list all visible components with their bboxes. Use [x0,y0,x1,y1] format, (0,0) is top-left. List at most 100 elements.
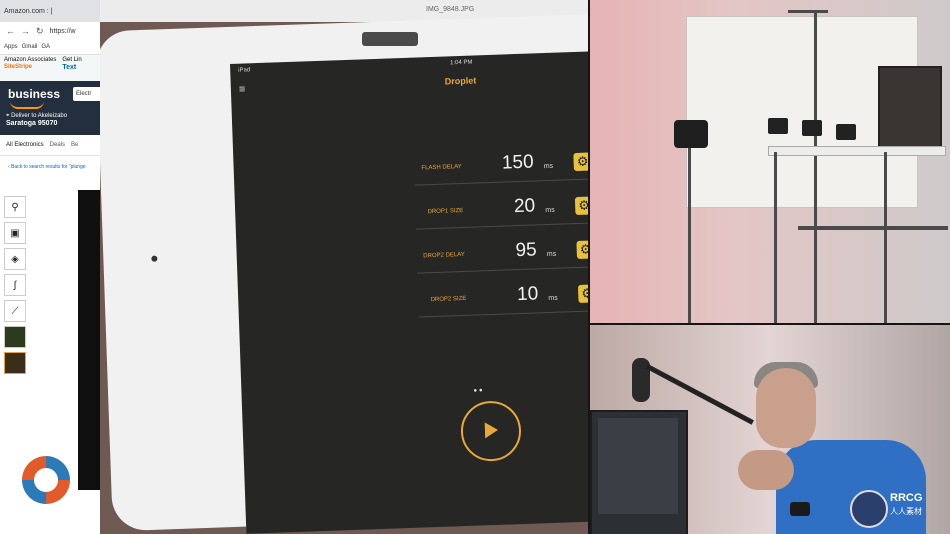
amazon-business-header: business Electr ⌖ Deliver to Akeleizabo … [0,81,100,135]
url-field[interactable]: https://w [50,28,76,35]
rig-bar [798,226,948,230]
amazon-business-logo[interactable]: business [8,87,60,101]
hamburger-menu-icon[interactable]: ≡ [239,83,246,95]
image-filename: IMG_9848.JPG [426,6,475,13]
presenter-hands [738,450,794,490]
presenter-camera-view: RRCG 人人素材 [588,324,950,534]
setting-value[interactable]: 95 [476,239,537,263]
shooting-table [768,146,946,156]
product-thumbnails: ⚲ ▣ ◈ ∫ ⟋ [4,196,26,378]
bookmarks-bar: Apps Gmail GA [0,40,100,55]
browser-window: Amazon.com : | ← → ↻ https://w Apps Gmai… [0,0,100,534]
gear-icon[interactable]: ⚙ [574,196,588,216]
sitestripe-bar: Amazon Associates SiteStripe Get Lin Tex… [0,55,100,81]
tripod-leg [774,152,777,324]
setting-unit: ms [543,162,554,171]
back-arrow-icon[interactable]: ← [6,26,15,36]
watermark-logo-icon [850,490,888,528]
amazon-smile-icon [10,101,44,109]
product-thumbnail[interactable]: ⟋ [4,300,26,322]
get-link-text[interactable]: Text [62,64,76,71]
nav-bar: ← → ↻ https://w [0,22,100,40]
deliver-to-city: Saratoga 95070 [6,120,58,127]
setting-row-flash-delay: FLASH DELAY 150 ms ⚙ [233,140,588,196]
associates-label: Amazon Associates [4,57,57,63]
light-stand [688,148,691,324]
sitestripe-brand: Amazon Associates SiteStripe [4,57,56,79]
setting-unit: ms [548,294,558,303]
row-divider [418,309,588,318]
bookmark-ga[interactable]: GA [41,44,50,50]
presenter-shirt [776,440,926,534]
cable-icon: ∫ [13,279,17,291]
softbox-light [878,66,942,150]
setting-unit: ms [545,206,555,215]
device-icon: ▣ [10,227,20,239]
product-thumbnail-selected[interactable] [4,352,26,374]
setting-value[interactable]: 150 [473,151,534,175]
get-link-control[interactable]: Get Lin Text [62,57,81,79]
panel-divider [588,0,590,534]
category-nav: All Electronics Deals Be [0,135,100,156]
category-deals[interactable]: Deals [50,142,65,148]
reload-icon[interactable]: ↻ [36,26,44,37]
setting-value[interactable]: 10 [478,283,539,307]
sitestripe-label: SiteStripe [4,64,33,70]
device-icon: ◈ [11,253,19,265]
wristwatch [790,502,810,516]
bookmark-apps[interactable]: Apps [4,44,18,50]
aperture-logo-icon [22,456,70,504]
watermark-subtitle: 人人素材 [890,507,922,516]
ipad-camera-icon [151,255,158,262]
setting-label: DROP1 SIZE [427,207,464,216]
back-to-results-link[interactable]: ‹ Back to search results for "plunge [0,156,100,176]
setting-label: DROP2 DELAY [423,251,465,260]
row-divider [415,221,588,230]
play-icon [484,421,499,439]
ipad-photo-view: IMG_9848.JPG iPad 1:04 PM ≡ Droplet FLAS… [100,0,588,534]
droplet-app-screen: iPad 1:04 PM ≡ Droplet FLASH DELAY 150 m… [230,47,588,534]
product-thumbnail[interactable]: ∫ [4,274,26,296]
product-thumbnail[interactable] [4,326,26,348]
mount-clip [362,32,418,46]
gear-icon[interactable]: ⚙ [573,152,588,172]
c-stand-arm [788,10,828,13]
gear-icon[interactable]: ⚙ [576,240,588,260]
setting-value[interactable]: 20 [475,195,536,219]
product-thumbnail[interactable]: ⚲ [4,196,26,218]
tripod-leg [884,152,887,324]
setting-unit: ms [546,250,557,259]
row-divider [414,177,588,186]
gear-icon[interactable]: ⚙ [577,284,588,303]
tab-bar: Amazon.com : | [0,0,100,22]
device-name: iPad [238,67,251,74]
bookmark-gmail[interactable]: Gmail [22,44,38,50]
forward-arrow-icon[interactable]: → [21,26,30,36]
c-stand [814,10,817,324]
flash-light [674,120,708,148]
location-pin-icon: ⌖ [6,113,10,119]
product-thumbnail[interactable]: ◈ [4,248,26,270]
status-time: 1:04 PM [450,59,473,67]
product-main-image[interactable] [78,190,100,490]
department-dropdown[interactable]: Electr [73,87,100,101]
camera-body [836,124,856,140]
deliver-to-location[interactable]: ⌖ Deliver to Akeleizabo Saratoga 95070 [6,113,67,128]
watermark-name: RRCG [890,492,923,504]
camera-body [802,120,822,136]
app-title: Droplet [444,75,477,87]
page-indicator[interactable]: •• [473,385,484,396]
studio-camera-view [588,0,950,324]
category-best[interactable]: Be [71,142,78,148]
setting-label: DROP2 SIZE [430,295,467,304]
setting-label: FLASH DELAY [421,163,462,172]
get-link-label: Get Lin [62,57,82,63]
product-thumbnail[interactable]: ▣ [4,222,26,244]
monitor-screen [598,418,678,514]
panel-divider [588,323,950,325]
browser-tab[interactable]: Amazon.com : | [4,8,53,15]
category-all-electronics[interactable]: All Electronics [6,142,44,148]
cable-icon: ⟋ [11,305,19,317]
play-button[interactable] [459,400,522,463]
deliver-to-label: Deliver to Akeleizabo [11,113,68,119]
